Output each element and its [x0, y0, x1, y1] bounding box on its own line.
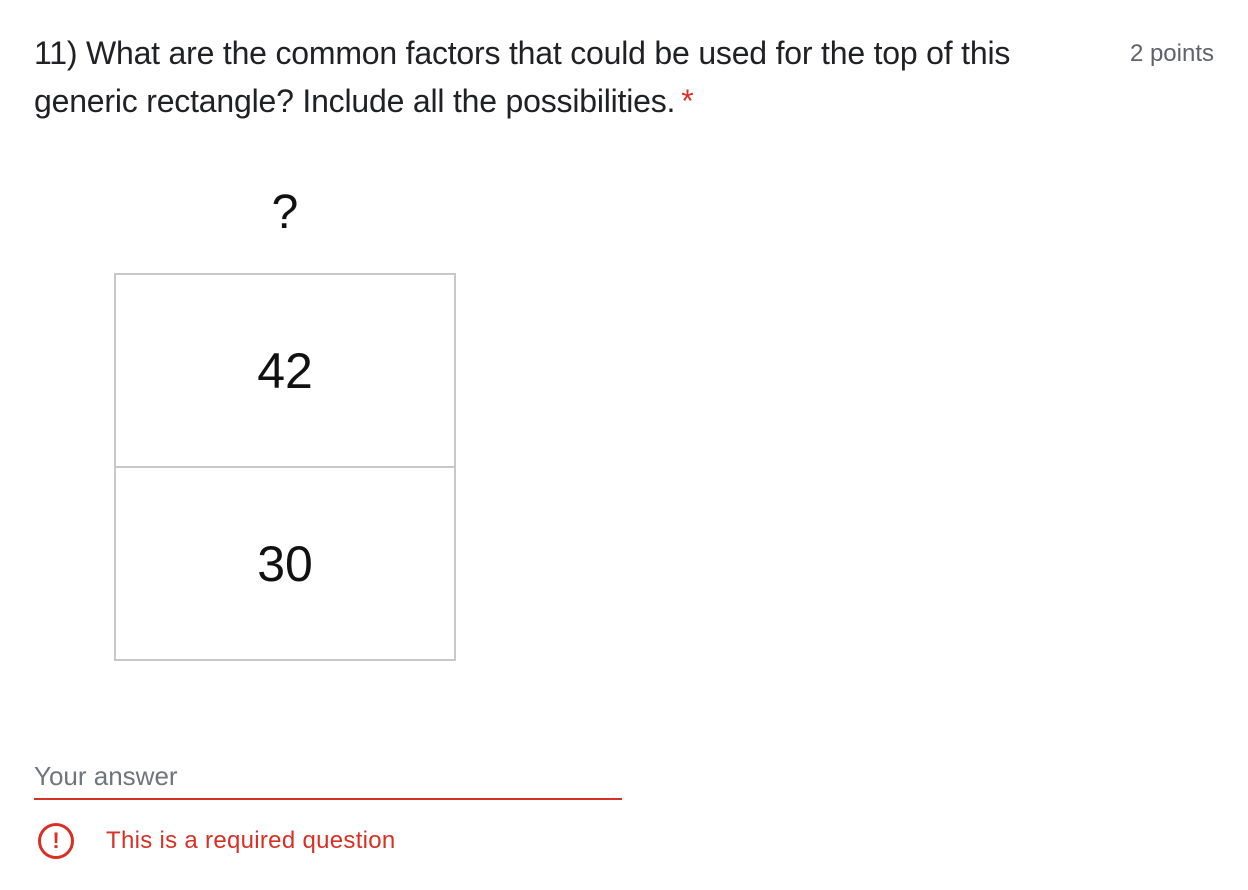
- error-icon: !: [38, 823, 74, 859]
- unknown-factor-label: ?: [271, 186, 299, 239]
- generic-rectangle: 42 30: [114, 273, 456, 661]
- rectangle-cell-top: 42: [116, 275, 454, 468]
- question-card: 11) What are the common factors that cou…: [0, 0, 1248, 890]
- question-text: 11) What are the common factors that cou…: [34, 35, 1011, 119]
- validation-error: ! This is a required question: [38, 821, 396, 861]
- required-asterisk: *: [681, 83, 694, 119]
- points-label: 2 points: [1129, 40, 1214, 67]
- rectangle-cell-bottom: 30: [257, 535, 313, 592]
- error-message: This is a required question: [106, 827, 396, 854]
- question-title: 11) What are the common factors that cou…: [34, 29, 1079, 125]
- generic-rectangle-figure: ? 42 30: [114, 185, 456, 661]
- answer-input[interactable]: [34, 754, 622, 800]
